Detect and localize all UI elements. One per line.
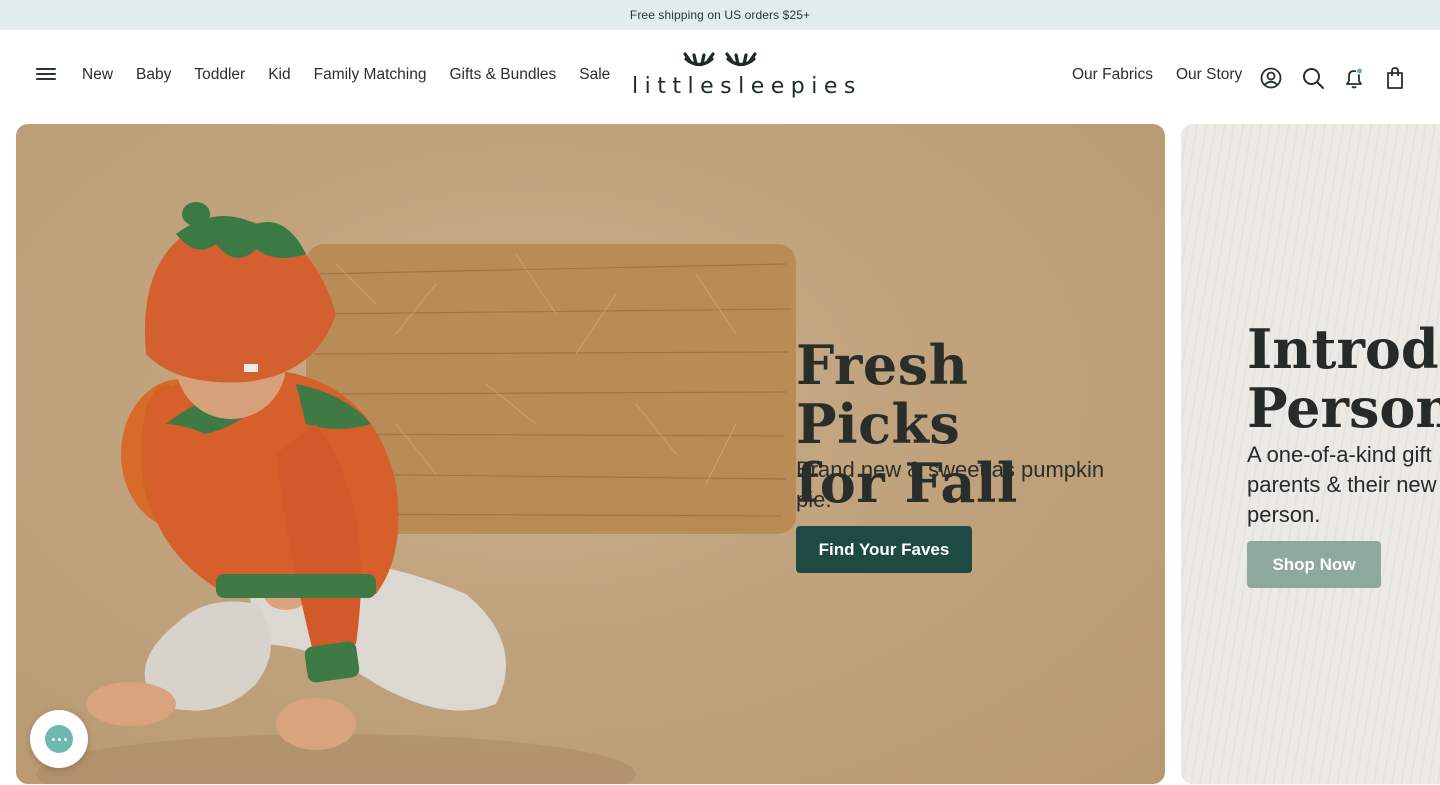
nav-item-our-fabrics[interactable]: Our Fabrics [1072, 66, 1153, 84]
nav-item-family-matching[interactable]: Family Matching [314, 66, 427, 84]
hero-slide-fall[interactable]: Fresh Picks for Fall Brand new & sweet a… [16, 124, 1165, 784]
announcement-bar: Free shipping on US orders $25+ [0, 0, 1440, 30]
nav-item-toddler[interactable]: Toddler [194, 66, 245, 84]
next-slide-title-line-1: Introduc [1247, 317, 1440, 381]
hamburger-menu-icon[interactable] [36, 68, 56, 84]
bell-icon[interactable] [1342, 66, 1366, 90]
account-icon[interactable] [1259, 66, 1283, 90]
nav-item-baby[interactable]: Baby [136, 66, 171, 84]
hero-slide-personalized[interactable]: Introduc Personal A one-of-a-kind gift p… [1181, 124, 1440, 784]
search-icon[interactable] [1301, 66, 1325, 90]
shopping-bag-icon[interactable] [1383, 66, 1407, 90]
shop-now-button[interactable]: Shop Now [1247, 541, 1381, 588]
sleepy-eyes-logo-mark [683, 52, 757, 67]
logo-wordmark: littlesleepies [632, 74, 862, 99]
chat-bubble-icon [45, 725, 73, 753]
nav-item-our-story[interactable]: Our Story [1176, 66, 1242, 84]
chat-icon[interactable] [30, 710, 88, 768]
nav-item-new[interactable]: New [82, 66, 113, 84]
next-slide-subtitle: A one-of-a-kind gift parents & their new… [1247, 442, 1437, 527]
next-slide-title-line-2: Personal [1247, 376, 1440, 440]
nav-item-sale[interactable]: Sale [579, 66, 610, 84]
hero-title-line-1: Fresh Picks [796, 333, 969, 456]
find-your-faves-button[interactable]: Find Your Faves [796, 526, 972, 573]
hero-subtitle: Brand new & sweet as pumpkin pie. [796, 457, 1105, 512]
nav-item-kid[interactable]: Kid [268, 66, 290, 84]
secondary-nav: Our Fabrics Our Story [1072, 66, 1265, 84]
primary-nav: New Baby Toddler Kid Family Matching Gif… [82, 66, 633, 84]
site-logo[interactable]: littlesleepies [632, 50, 862, 104]
next-slide-title: Introduc Personal [1247, 320, 1440, 438]
announcement-text: Free shipping on US orders $25+ [629, 8, 811, 22]
site-header: New Baby Toddler Kid Family Matching Gif… [0, 30, 1440, 124]
nav-item-gifts-bundles[interactable]: Gifts & Bundles [449, 66, 556, 84]
